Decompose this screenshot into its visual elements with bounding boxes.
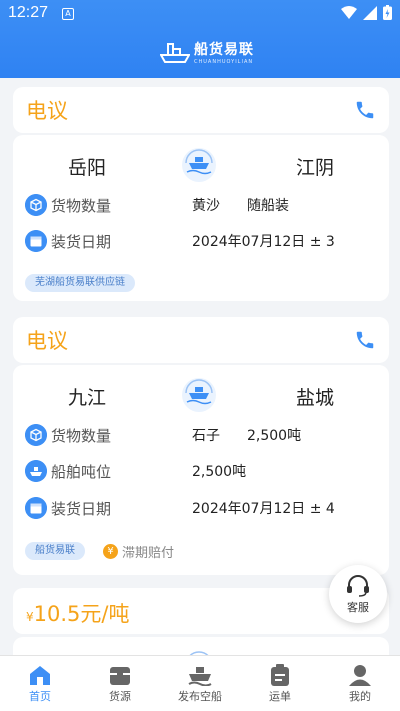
cargo-type: 黄沙 [192,198,220,214]
tab-label: 货源 [109,690,131,703]
cargo-icon [110,667,130,685]
route: 岳阳 江阴 [13,147,389,183]
currency-symbol: ¥ [26,610,34,624]
listing-card-header[interactable]: 电议 [13,87,389,133]
cargo-icon [25,424,47,446]
price-tag: ¥10.5元/吨 [26,598,129,628]
battery-icon [383,5,392,20]
tab-label: 发布空船 [178,690,222,703]
listing-card[interactable]: 岳阳 江阴 货物数量 黄沙 随船装 装货日期 2024年07月12日 ± 3 芜… [13,135,389,301]
ship-icon [182,148,216,182]
yuan-icon: ¥ [103,543,118,559]
tab-home[interactable]: 首页 [0,656,80,711]
origin-port: 岳阳 [68,157,107,179]
header: 12:27 A 船货易联 CHUANHUOYILIAN [0,0,400,78]
loading-date-row: 装货日期 2024年07月12日 ± 4 [25,496,377,520]
tab-cargo[interactable]: 货源 [80,656,160,711]
listing-card[interactable]: 九江 盐城 货物数量 石子 2,500吨 船舶吨位 2,500吨 装货日期 20… [13,365,389,575]
row-label: 货物数量 [51,197,112,215]
price-value: 10.5元/吨 [33,602,130,626]
tab-label: 我的 [349,690,371,703]
status-bar: 12:27 A [0,0,400,28]
price-tag: 电议 [26,329,68,353]
cargo-quantity: 2,500吨 [247,428,302,444]
ship-icon [188,667,212,686]
phone-icon[interactable] [354,329,376,351]
ship-tonnage-icon [25,460,47,482]
price-tag: 电议 [26,99,68,123]
customer-service-button[interactable]: 客服 [329,565,387,623]
route: 九江 盐城 [13,377,389,413]
origin-port: 九江 [68,387,107,409]
row-label: 装货日期 [51,233,112,251]
loading-date-row: 装货日期 2024年07月12日 ± 3 [25,229,377,253]
cargo-quantity-row: 货物数量 黄沙 随船装 [25,193,377,217]
cargo-type: 石子 [192,428,220,444]
phone-icon[interactable] [354,99,376,121]
cargo-quantity-row: 货物数量 石子 2,500吨 [25,423,377,447]
headset-icon [347,574,369,597]
row-label: 装货日期 [51,500,112,518]
tab-profile[interactable]: 我的 [320,656,400,711]
tab-waybill[interactable]: 运单 [240,656,320,711]
row-label: 货物数量 [51,427,112,445]
row-label: 船舶吨位 [51,463,112,481]
tab-label: 首页 [29,690,51,703]
customer-service-label: 客服 [347,600,369,614]
home-icon [30,666,50,685]
logo-subtitle: CHUANHUOYILIAN [194,59,254,65]
cargo-quantity: 随船装 [247,198,289,214]
bottom-tab-bar: 首页 货源 发布空船 运单 我的 [0,655,400,711]
company-badge: 船货易联 [25,542,85,560]
wifi-icon [341,5,357,19]
cargo-icon [25,194,47,216]
app-notification-icon: A [62,8,74,20]
destination-port: 江阴 [296,157,335,179]
logo-title: 船货易联 [194,42,254,58]
loading-date: 2024年07月12日 ± 3 [192,234,335,250]
waybill-icon [271,664,289,686]
ship-icon [182,378,216,412]
ship-tonnage: 2,500吨 [192,464,247,480]
calendar-icon [25,230,47,252]
tab-label: 运单 [269,690,291,703]
listing-card-header[interactable]: 电议 [13,317,389,363]
demurrage-guarantee: ¥ 滞期赔付 [103,542,175,561]
profile-icon [349,665,371,686]
signal-icon [363,5,377,20]
status-time: 12:27 [8,4,49,21]
company-badge: 芜湖船货易联供应链 [25,274,135,292]
loading-date: 2024年07月12日 ± 4 [192,501,335,517]
destination-port: 盐城 [296,387,335,409]
logo-ship-icon [160,43,190,63]
app-logo: 船货易联 CHUANHUOYILIAN [160,38,260,66]
ship-tonnage-row: 船舶吨位 2,500吨 [25,459,377,483]
calendar-icon [25,497,47,519]
guarantee-label: 滞期赔付 [122,545,175,561]
tab-publish-ship[interactable]: 发布空船 [160,656,240,711]
